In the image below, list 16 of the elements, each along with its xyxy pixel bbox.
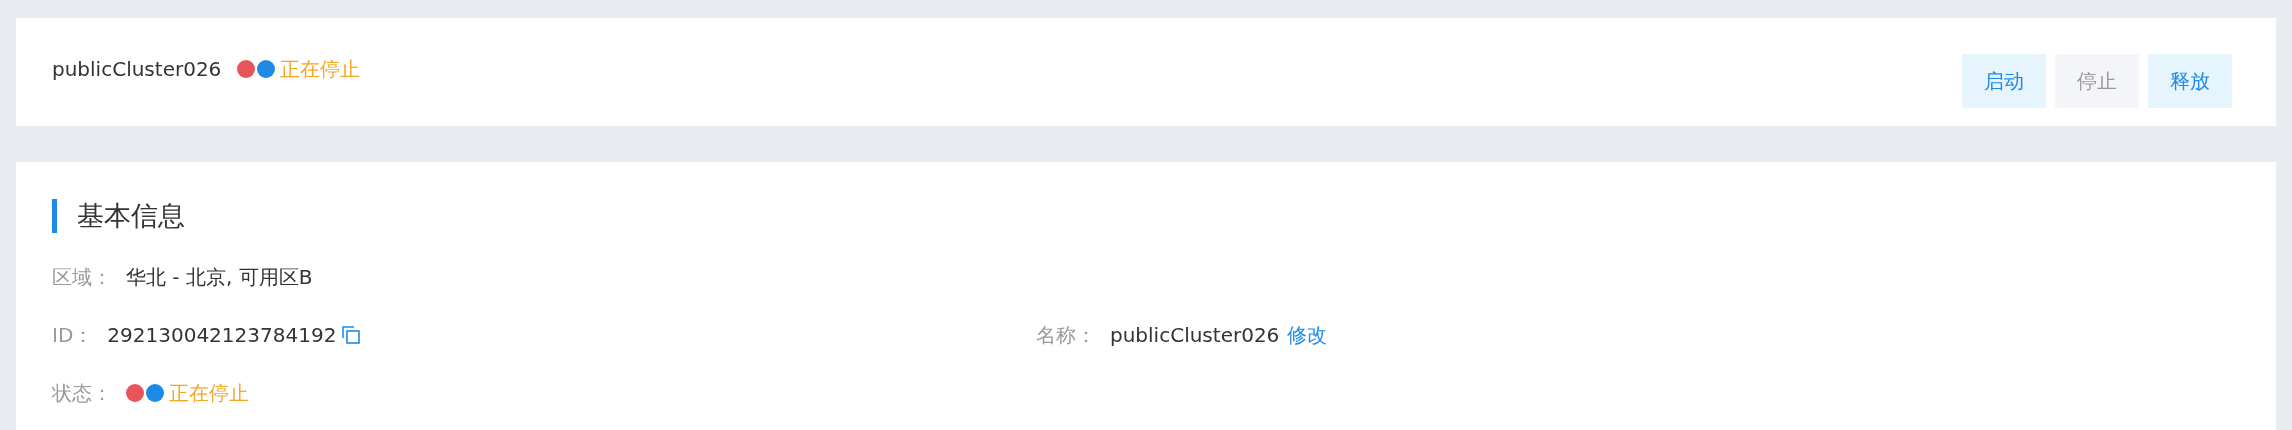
- field-value: 华北 - 北京, 可用区B: [126, 263, 313, 291]
- field-value: 292130042123784192: [107, 323, 337, 347]
- field-label: 状态：: [52, 379, 112, 407]
- title-accent-bar: [52, 199, 57, 233]
- field-label: ID：: [52, 321, 94, 349]
- cluster-name: publicCluster026: [52, 57, 222, 81]
- edit-link[interactable]: 修改: [1287, 321, 1328, 349]
- action-button[interactable]: 释放: [2148, 54, 2232, 108]
- field-value: publicCluster026: [1110, 323, 1280, 347]
- action-button[interactable]: 启动: [1962, 54, 2046, 108]
- field-label: 区域：: [52, 263, 112, 291]
- copy-icon[interactable]: [342, 326, 361, 344]
- status-text: 正在停止: [169, 379, 249, 407]
- status-text: 正在停止: [280, 55, 361, 83]
- section-title: 基本信息: [77, 199, 185, 233]
- field-label: 名称：: [1036, 321, 1096, 349]
